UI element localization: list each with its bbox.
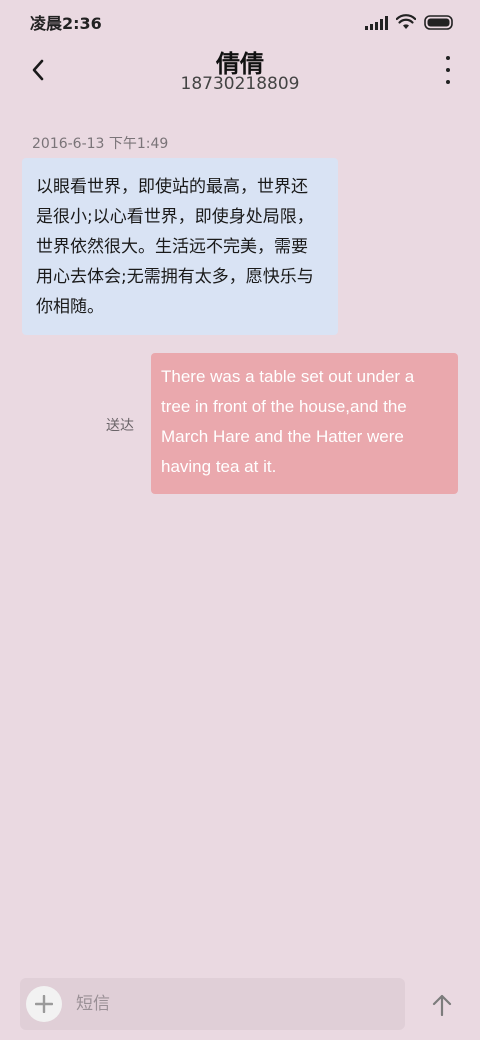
- battery-icon: [424, 15, 454, 30]
- message-input[interactable]: [76, 988, 396, 1020]
- contact-phone-number: 18730218809: [180, 74, 300, 94]
- delivery-status: 送达: [106, 418, 134, 434]
- signal-icon: [365, 16, 388, 30]
- plus-icon: [35, 995, 53, 1013]
- status-time: 凌晨2:36: [30, 14, 102, 33]
- add-attachment-button[interactable]: [26, 986, 62, 1022]
- more-vertical-icon: [446, 56, 450, 60]
- send-button[interactable]: [426, 988, 458, 1022]
- message-timestamp: 2016-6-13 下午1:49: [32, 136, 169, 152]
- arrow-up-icon: [432, 994, 452, 1016]
- outgoing-message-bubble[interactable]: There was a table set out under a tree i…: [151, 353, 458, 494]
- wifi-icon: [396, 14, 416, 30]
- status-icons: [365, 12, 454, 30]
- composer-bar: [20, 978, 405, 1030]
- more-options-button[interactable]: [440, 56, 456, 84]
- messaging-screen: 凌晨2:36 倩倩 18730218809 2016-6-13 下午1:49 以…: [0, 0, 480, 1040]
- conversation-header: 倩倩 18730218809: [0, 44, 480, 104]
- status-bar: 凌晨2:36: [0, 0, 480, 44]
- incoming-message-bubble[interactable]: 以眼看世界，即使站的最高，世界还是很小;以心看世界，即使身处局限，世界依然很大。…: [22, 158, 338, 335]
